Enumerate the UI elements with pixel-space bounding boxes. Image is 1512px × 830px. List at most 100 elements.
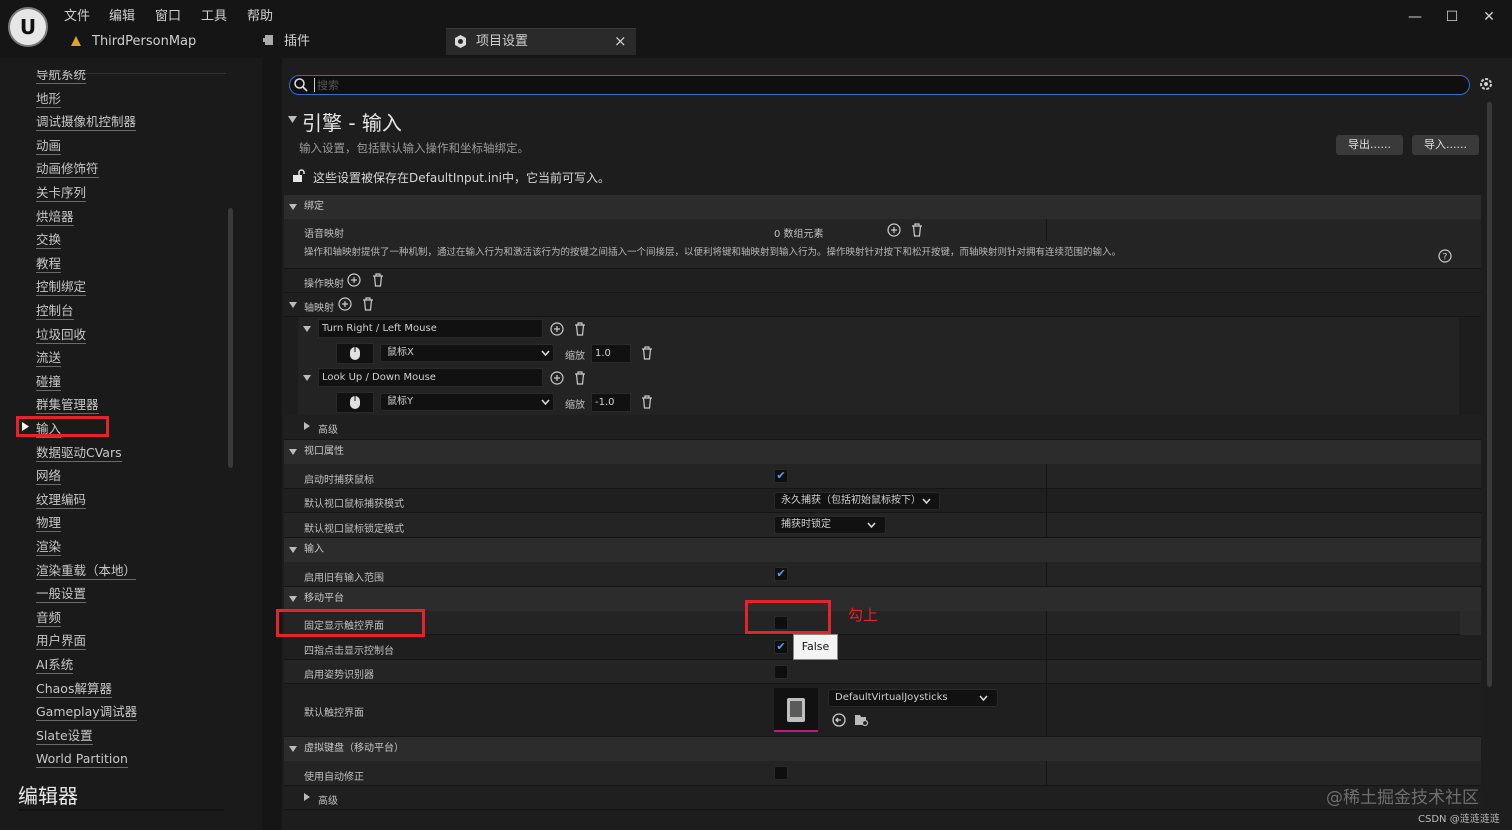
sidebar-item[interactable]: 用户界面 (36, 632, 87, 651)
sidebar-item[interactable]: 渲染 (36, 538, 62, 556)
sidebar-item[interactable]: 一般设置 (36, 585, 87, 604)
asset-thumbnail[interactable] (774, 688, 818, 732)
sidebar-item[interactable]: 教程 (36, 255, 62, 273)
sidebar-item[interactable]: 关卡序列 (36, 184, 87, 202)
add-axis-icon[interactable] (338, 297, 352, 311)
add-speech-icon[interactable] (887, 223, 901, 237)
sidebar-item[interactable]: 动画 (36, 137, 62, 155)
section-input-label: 输入 (304, 544, 324, 555)
expand-axis-icon[interactable] (303, 326, 311, 332)
legacy-input-checkbox[interactable]: ✔ (774, 567, 788, 581)
capture-mode-dropdown[interactable]: 永久捕获（包括初始鼠标按下） (774, 492, 940, 510)
sidebar-item[interactable]: World Partition (36, 750, 128, 769)
sidebar-section-editor[interactable]: 编辑器 (18, 780, 78, 809)
tab-level[interactable]: ThirdPersonMap (92, 29, 196, 55)
touch-interface-dropdown[interactable]: DefaultVirtualJoysticks (828, 689, 998, 707)
sidebar-item[interactable]: Slate设置 (36, 727, 93, 745)
sidebar-scrollbar[interactable] (228, 208, 233, 468)
sidebar-item[interactable]: 控制绑定 (36, 278, 87, 297)
section-viewport[interactable]: 视口属性 (284, 440, 1481, 464)
main-scrollbar[interactable] (1487, 102, 1492, 687)
close-tab-icon[interactable]: × (614, 28, 627, 55)
sidebar-item[interactable]: 垃圾回收 (36, 326, 87, 344)
trash-icon[interactable] (911, 223, 923, 237)
sidebar-item[interactable]: 物理 (36, 514, 62, 533)
expand-axis-icon[interactable] (289, 302, 297, 308)
lock-mode-dropdown[interactable]: 捕获时锁定 (774, 516, 886, 534)
sidebar-item[interactable]: 网络 (36, 467, 62, 486)
add-key-icon[interactable] (550, 322, 564, 336)
sidebar-item[interactable]: 烘焙器 (36, 208, 74, 226)
row-action-mappings: 操作映射 (284, 269, 1481, 293)
sidebar-item[interactable]: AI系统 (36, 656, 74, 674)
axis-key-value: 鼠标Y (387, 396, 414, 407)
section-mobile[interactable]: 移动平台 (284, 587, 1481, 611)
sidebar-item[interactable]: 地形 (36, 90, 62, 108)
trash-icon[interactable] (641, 395, 653, 409)
menu-window[interactable]: 窗口 (155, 5, 181, 24)
browse-asset-icon[interactable] (854, 713, 869, 727)
tab-plugins[interactable]: 插件 (284, 29, 310, 55)
trash-icon[interactable] (641, 346, 653, 360)
gesture-recognizer-checkbox[interactable] (774, 665, 788, 679)
sidebar-item[interactable]: Chaos解算器 (36, 680, 112, 698)
minimize-button[interactable]: — (1404, 6, 1426, 28)
gear-icon[interactable] (1478, 76, 1494, 92)
close-window-button[interactable]: ✕ (1478, 6, 1500, 28)
capture-on-start-checkbox[interactable]: ✔ (774, 469, 788, 483)
add-key-icon[interactable] (550, 371, 564, 385)
sidebar-item[interactable]: 纹理编码 (36, 491, 87, 509)
export-button[interactable]: 导出...... (1336, 135, 1403, 155)
menu-tools[interactable]: 工具 (201, 5, 227, 24)
sidebar-item[interactable]: 群集管理器 (36, 396, 99, 415)
sidebar-item[interactable]: 调试摄像机控制器 (36, 113, 137, 132)
scale-input[interactable]: 1.0 (591, 344, 631, 363)
section-input[interactable]: 输入 (284, 538, 1481, 562)
sidebar-item[interactable]: Gameplay调试器 (36, 703, 138, 722)
sidebar-item[interactable]: 数据驱动CVars (36, 444, 122, 462)
search-input[interactable]: 搜索 (289, 75, 1470, 95)
key-selector-button[interactable] (336, 343, 374, 364)
sidebar-item[interactable]: 渲染重载（本地） (36, 562, 137, 580)
axis-key-dropdown[interactable]: 鼠标Y (380, 393, 554, 411)
use-selected-asset-icon[interactable] (832, 713, 846, 727)
sidebar-item[interactable]: 交换 (36, 231, 62, 250)
trash-icon[interactable] (574, 371, 586, 385)
import-button[interactable]: 导入...... (1412, 135, 1479, 155)
sidebar-item[interactable]: 动画修饰符 (36, 160, 99, 179)
scale-input[interactable]: -1.0 (591, 393, 631, 412)
sidebar-highlight-box (16, 416, 109, 437)
trash-icon[interactable] (372, 273, 384, 287)
expand-axis-icon[interactable] (303, 375, 311, 381)
tab-project-settings[interactable] (446, 28, 636, 55)
sidebar-item[interactable]: 流送 (36, 349, 62, 368)
menu-file[interactable]: 文件 (64, 5, 90, 24)
autocorrect-label: 使用自动修正 (304, 772, 364, 783)
bindings-description: 操作和轴映射提供了一种机制，通过在输入行为和激活该行为的按键之间插入一个间接层，… (304, 247, 1122, 258)
axis-key-dropdown[interactable]: 鼠标X (380, 344, 554, 362)
sidebar-item[interactable]: 碰撞 (36, 373, 62, 391)
unreal-logo-icon[interactable]: U (8, 7, 48, 47)
add-action-icon[interactable] (347, 273, 361, 287)
menu-edit[interactable]: 编辑 (109, 5, 135, 24)
row-vkeyboard-advanced[interactable]: 高级 (284, 786, 1481, 810)
help-icon[interactable]: ? (1438, 249, 1452, 263)
header-collapse-icon[interactable] (288, 116, 297, 123)
trash-icon[interactable] (574, 322, 586, 336)
sidebar-item[interactable]: 控制台 (36, 302, 74, 320)
four-finger-console-checkbox[interactable]: ✔ (774, 640, 788, 654)
axis-name-input[interactable]: Look Up / Down Mouse (318, 368, 543, 387)
menu-help[interactable]: 帮助 (247, 5, 273, 24)
axis-name-input[interactable]: Turn Right / Left Mouse (318, 319, 543, 338)
maximize-button[interactable]: ☐ (1441, 6, 1463, 28)
key-selector-button[interactable] (336, 392, 374, 413)
sidebar-item[interactable]: 音频 (36, 609, 62, 627)
trash-icon[interactable] (362, 297, 374, 311)
advanced-label: 高级 (318, 796, 338, 807)
row-bindings-advanced[interactable]: 高级 (284, 415, 1481, 440)
section-bindings[interactable]: 绑定 (284, 195, 1481, 219)
section-virtual-keyboard[interactable]: 虚拟键盘（移动平台） (284, 737, 1481, 761)
autocorrect-checkbox[interactable] (774, 766, 788, 780)
row-capture-mode: 默认视口鼠标捕获模式 永久捕获（包括初始鼠标按下） (284, 489, 1481, 513)
svg-text:?: ? (1443, 253, 1448, 263)
